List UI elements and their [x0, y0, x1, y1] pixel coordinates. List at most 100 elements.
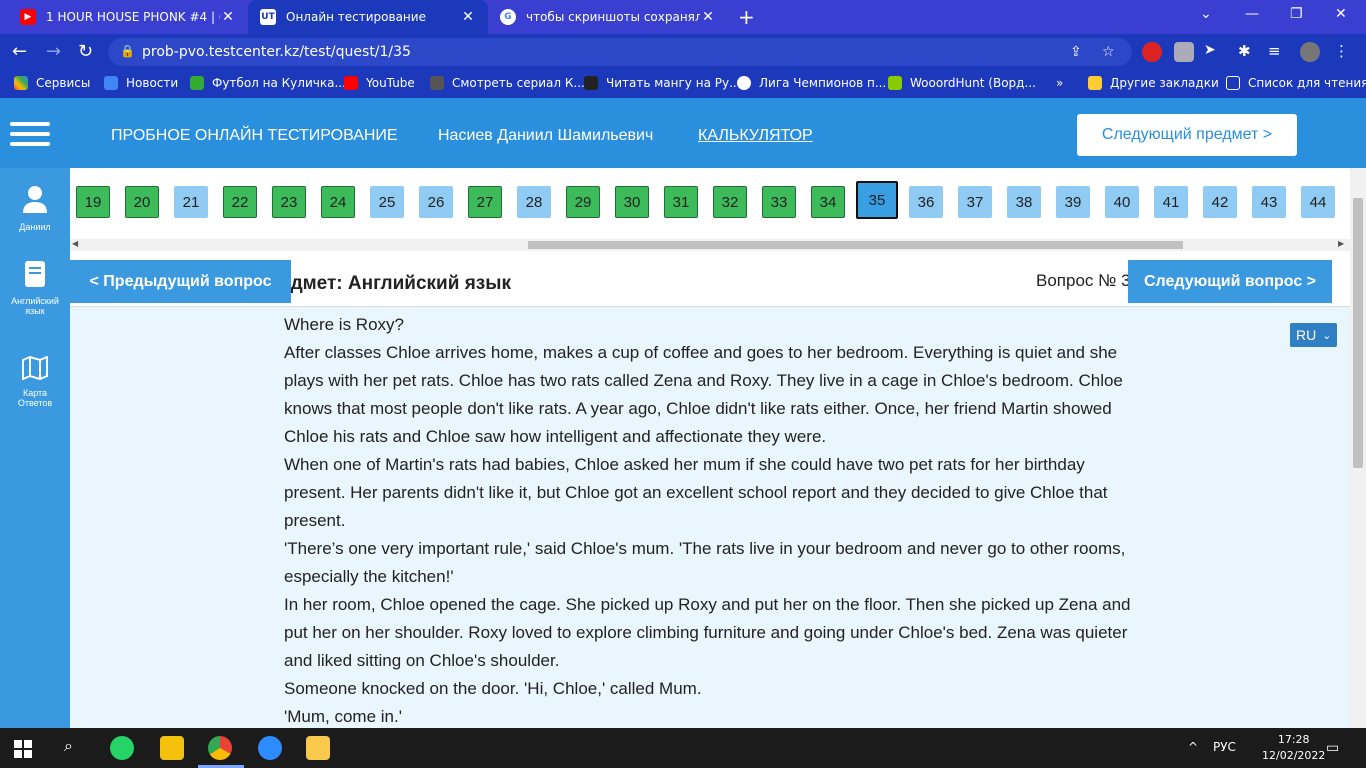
- vertical-scrollbar[interactable]: [1350, 168, 1366, 728]
- whatsapp-icon[interactable]: [110, 736, 134, 760]
- passage-paragraph: After classes Chloe arrives home, makes …: [284, 343, 1123, 446]
- next-question-button[interactable]: Следующий вопрос >: [1128, 260, 1332, 303]
- next-subject-button[interactable]: Следующий предмет >: [1077, 114, 1297, 156]
- back-icon[interactable]: ←: [12, 41, 27, 62]
- sidebar-item-answer-map[interactable]: Карта Ответов: [0, 356, 70, 408]
- bookmarks-bar: Сервисы Новости Футбол на Куличка... You…: [0, 70, 1366, 98]
- scrollbar-thumb[interactable]: [1353, 198, 1363, 468]
- close-tab-icon[interactable]: ✕: [700, 9, 716, 25]
- bookmark-news[interactable]: Новости: [104, 76, 178, 90]
- system-clock[interactable]: 17:28 12/02/2022: [1262, 732, 1325, 764]
- student-name: Насиев Даниил Шамильевич: [438, 127, 654, 144]
- address-bar[interactable]: 🔒 prob-pvo.testcenter.kz/test/quest/1/35…: [108, 38, 1132, 66]
- close-tab-icon[interactable]: ✕: [460, 9, 476, 25]
- question-number-button[interactable]: 43: [1252, 186, 1286, 218]
- reload-icon[interactable]: ↻: [78, 41, 93, 62]
- other-bookmarks[interactable]: Другие закладки: [1088, 76, 1219, 90]
- question-number-button[interactable]: 34: [811, 186, 845, 218]
- bookmark-youtube[interactable]: YouTube: [344, 76, 415, 90]
- bookmark-series[interactable]: Смотреть сериал К...: [430, 76, 585, 90]
- calculator-link[interactable]: КАЛЬКУЛЯТОР: [698, 127, 813, 145]
- close-tab-icon[interactable]: ✕: [220, 9, 236, 25]
- question-number-button[interactable]: 40: [1105, 186, 1139, 218]
- question-number-button[interactable]: 29: [566, 186, 600, 218]
- menu-icon[interactable]: ⋮: [1334, 42, 1354, 62]
- question-number-button[interactable]: 24: [321, 186, 355, 218]
- browser-tab-youtube[interactable]: ▶ 1 HOUR HOUSE PHONK #4 | Сбо ✕: [8, 0, 248, 34]
- tab-title: Онлайн тестирование: [286, 10, 426, 24]
- language-select[interactable]: RU ⌄: [1290, 323, 1337, 347]
- profile-avatar[interactable]: [1300, 42, 1320, 62]
- adblock-icon[interactable]: [1142, 42, 1162, 62]
- bookmark-champions[interactable]: Лига Чемпионов п...: [737, 76, 886, 90]
- windows-start-icon[interactable]: [14, 740, 32, 758]
- media-icon[interactable]: ≡: [1268, 42, 1288, 62]
- bookmarks-more[interactable]: »: [1056, 76, 1063, 90]
- question-number-button[interactable]: 32: [713, 186, 747, 218]
- sticky-notes-icon[interactable]: [160, 736, 184, 760]
- question-number-button[interactable]: 28: [517, 186, 551, 218]
- scrollbar-thumb[interactable]: [528, 241, 1183, 249]
- horizontal-scrollbar[interactable]: ◀ ▶: [70, 239, 1350, 251]
- reading-list[interactable]: Список для чтения: [1226, 76, 1366, 90]
- scroll-right-icon[interactable]: ▶: [1338, 239, 1344, 248]
- passage-paragraph: 'There’s one very important rule,' said …: [284, 539, 1126, 586]
- football-icon: [190, 76, 204, 90]
- question-number-button[interactable]: 36: [909, 186, 943, 218]
- champions-icon: [737, 76, 751, 90]
- question-number-button[interactable]: 31: [664, 186, 698, 218]
- zoom-icon[interactable]: [258, 736, 282, 760]
- question-number-button[interactable]: 26: [419, 186, 453, 218]
- bookmark-wooordhunt[interactable]: WooordHunt (Ворд...: [888, 76, 1036, 90]
- close-window-icon[interactable]: ✕: [1335, 6, 1347, 22]
- browser-tab-google[interactable]: G чтобы скриншоты сохранялись ✕: [488, 0, 728, 34]
- question-number-button[interactable]: 19: [76, 186, 110, 218]
- question-number-button[interactable]: 38: [1007, 186, 1041, 218]
- tab-search-icon[interactable]: ⌄: [1200, 6, 1212, 22]
- forward-icon[interactable]: →: [46, 41, 61, 62]
- question-number-button[interactable]: 30: [615, 186, 649, 218]
- cursor-extension-icon[interactable]: ➤: [1204, 42, 1224, 62]
- question-number-button[interactable]: 35: [856, 181, 898, 219]
- restore-icon[interactable]: ❐: [1290, 6, 1303, 22]
- test-page: ПРОБНОЕ ОНЛАЙН ТЕСТИРОВАНИЕ Насиев Дании…: [0, 98, 1366, 728]
- previous-question-button[interactable]: < Предыдущий вопрос: [70, 260, 291, 303]
- minimize-icon[interactable]: —: [1245, 6, 1259, 22]
- sidebar-item-subject[interactable]: Английский язык: [0, 260, 70, 316]
- bookmark-manga[interactable]: Читать мангу на Ру...: [584, 76, 741, 90]
- user-icon: [23, 186, 47, 213]
- question-number-button[interactable]: 37: [958, 186, 992, 218]
- question-number-button[interactable]: 44: [1301, 186, 1335, 218]
- puzzle-icon[interactable]: ✱: [1238, 42, 1258, 62]
- scroll-left-icon[interactable]: ◀: [72, 239, 78, 248]
- chrome-icon[interactable]: [208, 736, 232, 760]
- sidebar-item-user[interactable]: Даниил: [0, 184, 70, 232]
- question-number-button[interactable]: 25: [370, 186, 404, 218]
- reading-list-icon: [1226, 76, 1240, 90]
- question-number-button[interactable]: 20: [125, 186, 159, 218]
- extension-icon[interactable]: [1174, 42, 1194, 62]
- question-number-button[interactable]: 41: [1154, 186, 1188, 218]
- passage-paragraph: In her room, Chloe opened the cage. She …: [284, 595, 1131, 670]
- question-number-button[interactable]: 39: [1056, 186, 1090, 218]
- new-tab-icon[interactable]: +: [738, 5, 755, 29]
- search-icon[interactable]: ⌕: [64, 736, 73, 756]
- menu-hamburger-icon[interactable]: [10, 122, 50, 152]
- share-icon[interactable]: ⇪: [1070, 44, 1082, 60]
- question-number-button[interactable]: 22: [223, 186, 257, 218]
- notifications-icon[interactable]: ▭: [1326, 740, 1339, 756]
- question-number-button[interactable]: 33: [762, 186, 796, 218]
- question-number-button[interactable]: 27: [468, 186, 502, 218]
- bookmark-star-icon[interactable]: ☆: [1102, 44, 1115, 60]
- question-number-button[interactable]: 21: [174, 186, 208, 218]
- bookmark-football[interactable]: Футбол на Куличка...: [190, 76, 346, 90]
- bookmark-services[interactable]: Сервисы: [14, 76, 90, 90]
- question-number-button[interactable]: 23: [272, 186, 306, 218]
- question-number-label: Вопрос № 3: [1036, 271, 1131, 290]
- tray-chevron-icon[interactable]: ^: [1188, 740, 1198, 754]
- keyboard-language[interactable]: РУС: [1213, 740, 1236, 754]
- windows-taskbar: ⌕ ^ РУС 17:28 12/02/2022 ▭: [0, 728, 1366, 768]
- browser-tab-testing[interactable]: UT Онлайн тестирование ✕: [248, 0, 488, 34]
- question-number-button[interactable]: 42: [1203, 186, 1237, 218]
- file-explorer-icon[interactable]: [306, 736, 330, 760]
